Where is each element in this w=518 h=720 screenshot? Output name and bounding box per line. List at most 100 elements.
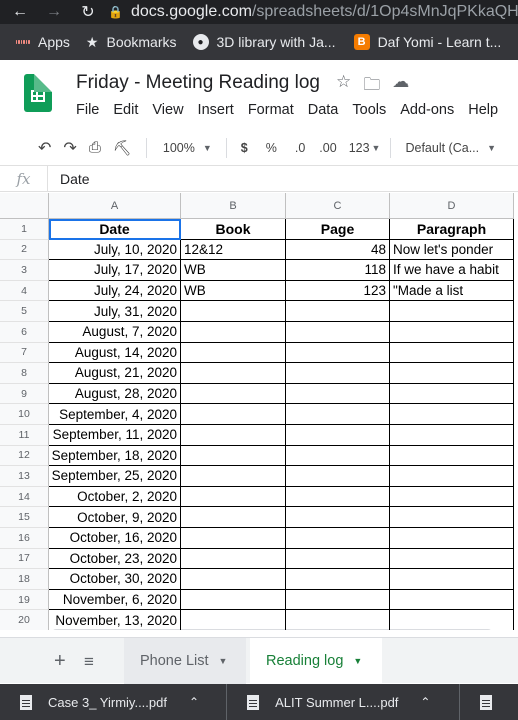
redo-icon[interactable]: ↷ — [63, 138, 76, 158]
cell-page[interactable] — [286, 383, 390, 405]
paint-format-icon[interactable]: ⛏ — [113, 139, 132, 157]
row-header[interactable]: 6 — [0, 322, 49, 343]
cell-date[interactable]: September, 11, 2020 — [49, 425, 181, 446]
tab-phone-list[interactable]: Phone List ▼ — [124, 638, 246, 684]
cell-paragraph[interactable] — [390, 425, 514, 446]
cell-paragraph[interactable] — [390, 507, 514, 528]
cell-book[interactable] — [181, 569, 286, 590]
percent-button[interactable]: % — [266, 141, 277, 155]
cell-book[interactable] — [181, 342, 286, 364]
cell-date[interactable]: October, 16, 2020 — [49, 528, 181, 549]
cell-page[interactable] — [286, 486, 390, 508]
menu-edit[interactable]: Edit — [113, 102, 138, 118]
menu-insert[interactable]: Insert — [198, 102, 234, 118]
column-header-d[interactable]: D — [390, 193, 514, 219]
menu-view[interactable]: View — [152, 102, 183, 118]
cell-page[interactable] — [286, 425, 390, 446]
cell-page[interactable] — [286, 507, 390, 528]
cell-page[interactable] — [286, 610, 390, 630]
cell-paragraph[interactable] — [390, 589, 514, 611]
move-folder-icon[interactable]: 🗀 — [363, 72, 380, 101]
bookmark-daf-yomi[interactable]: B Daf Yomi - Learn t... — [353, 34, 501, 50]
cell-page[interactable]: 48 — [286, 239, 390, 261]
row-header[interactable]: 17 — [0, 548, 49, 570]
row-header[interactable]: 18 — [0, 569, 49, 590]
row-header[interactable]: 3 — [0, 260, 49, 281]
menu-help[interactable]: Help — [468, 102, 498, 118]
bookmark-3d-library[interactable]: ● 3D library with Ja... — [192, 34, 336, 50]
cell-date[interactable]: November, 13, 2020 — [49, 610, 181, 630]
cell-date[interactable]: September, 25, 2020 — [49, 466, 181, 487]
cell-date[interactable]: October, 23, 2020 — [49, 548, 181, 570]
cell-paragraph[interactable] — [390, 342, 514, 364]
spreadsheet-grid[interactable]: A B C D 1 Date Book Page Paragraph 2 July… — [0, 193, 518, 630]
cell-book[interactable] — [181, 383, 286, 405]
cell-book[interactable] — [181, 363, 286, 384]
reload-icon[interactable]: ↻ — [76, 0, 100, 24]
row-header[interactable]: 9 — [0, 383, 49, 405]
row-header[interactable]: 4 — [0, 280, 49, 302]
formula-input[interactable]: Date — [60, 171, 90, 187]
download-item[interactable] — [460, 684, 518, 720]
row-header[interactable]: 1 — [0, 219, 49, 240]
chevron-down-icon[interactable]: ▼ — [219, 656, 228, 666]
cell-paragraph[interactable] — [390, 486, 514, 508]
cell-date[interactable]: August, 14, 2020 — [49, 342, 181, 364]
row-header[interactable]: 13 — [0, 466, 49, 487]
zoom-select[interactable]: 100% ▼ — [163, 141, 212, 155]
back-icon[interactable]: ← — [8, 0, 32, 24]
cell-book[interactable]: WB — [181, 260, 286, 281]
cell-book[interactable] — [181, 548, 286, 570]
cell-paragraph[interactable] — [390, 445, 514, 467]
cell-date[interactable]: August, 28, 2020 — [49, 383, 181, 405]
cell-paragraph[interactable] — [390, 466, 514, 487]
cell-paragraph[interactable]: "Made a list — [390, 280, 514, 302]
cell-paragraph[interactable]: If we have a habit — [390, 260, 514, 281]
row-header[interactable]: 10 — [0, 404, 49, 425]
menu-format[interactable]: Format — [248, 102, 294, 118]
cell-paragraph[interactable]: Now let's ponder — [390, 239, 514, 261]
cell-date[interactable]: August, 7, 2020 — [49, 322, 181, 343]
cell-paragraph[interactable] — [390, 610, 514, 630]
cell-page[interactable] — [286, 589, 390, 611]
cell-date[interactable]: October, 2, 2020 — [49, 486, 181, 508]
select-all-corner[interactable] — [0, 193, 49, 219]
row-header[interactable]: 11 — [0, 425, 49, 446]
currency-button[interactable]: $ — [241, 141, 248, 155]
cell-page[interactable]: 118 — [286, 260, 390, 281]
cell-date[interactable]: July, 17, 2020 — [49, 260, 181, 281]
cell-date[interactable]: October, 9, 2020 — [49, 507, 181, 528]
cell-page[interactable] — [286, 466, 390, 487]
cloud-status-icon[interactable]: ☁ — [392, 72, 409, 101]
row-header[interactable]: 15 — [0, 507, 49, 528]
cell-book[interactable] — [181, 466, 286, 487]
doc-title[interactable]: Friday - Meeting Reading log — [76, 72, 320, 94]
cell-page[interactable] — [286, 342, 390, 364]
cell-page[interactable] — [286, 301, 390, 322]
cell-date[interactable]: October, 30, 2020 — [49, 569, 181, 590]
add-sheet-icon[interactable]: + — [54, 650, 66, 673]
print-icon[interactable]: ⎙ — [89, 139, 101, 156]
row-header[interactable]: 5 — [0, 301, 49, 322]
row-header[interactable]: 2 — [0, 239, 49, 261]
tab-reading-log[interactable]: Reading log ▼ — [250, 638, 382, 684]
star-icon[interactable]: ☆ — [336, 72, 351, 101]
cell-book[interactable] — [181, 610, 286, 630]
cell-paragraph[interactable] — [390, 301, 514, 322]
cell-page[interactable] — [286, 445, 390, 467]
cell-book[interactable] — [181, 507, 286, 528]
bookmark-apps[interactable]: Apps — [15, 34, 70, 50]
row-header[interactable]: 14 — [0, 486, 49, 508]
cell-date[interactable]: July, 24, 2020 — [49, 280, 181, 302]
menu-tools[interactable]: Tools — [352, 102, 386, 118]
sheets-logo-icon[interactable] — [24, 74, 52, 112]
cell-paragraph[interactable] — [390, 569, 514, 590]
cell-date[interactable]: July, 31, 2020 — [49, 301, 181, 322]
cell-page[interactable] — [286, 548, 390, 570]
cell-book[interactable] — [181, 528, 286, 549]
cell-paragraph[interactable] — [390, 528, 514, 549]
chevron-up-icon[interactable]: ⌃ — [420, 695, 430, 709]
row-header[interactable]: 12 — [0, 445, 49, 467]
cell-paragraph[interactable] — [390, 363, 514, 384]
cell-date[interactable]: September, 4, 2020 — [49, 404, 181, 425]
